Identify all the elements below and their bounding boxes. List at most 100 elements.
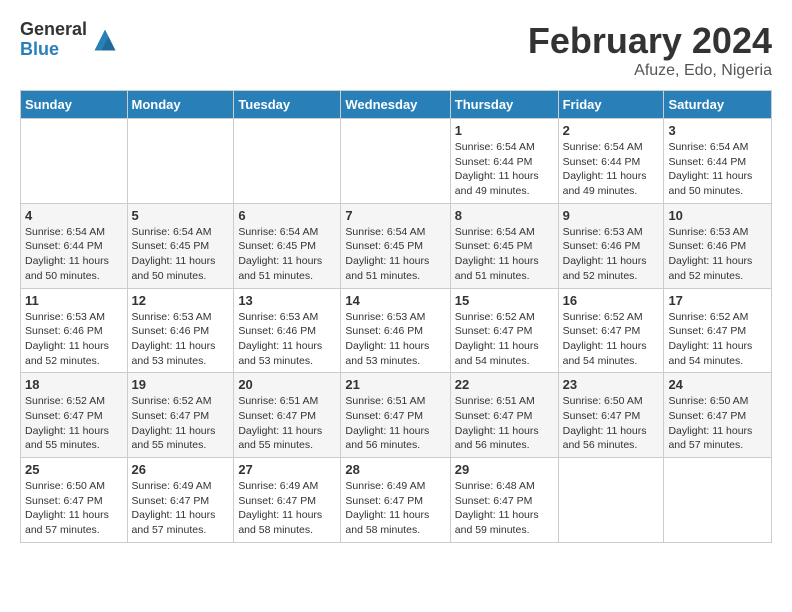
day-number: 21: [345, 377, 445, 392]
day-info: Sunrise: 6:50 AM Sunset: 6:47 PM Dayligh…: [668, 394, 767, 453]
day-number: 18: [25, 377, 123, 392]
calendar-cell: 25Sunrise: 6:50 AM Sunset: 6:47 PM Dayli…: [21, 458, 128, 543]
calendar-cell: 16Sunrise: 6:52 AM Sunset: 6:47 PM Dayli…: [558, 288, 664, 373]
day-number: 1: [455, 123, 554, 138]
month-title: February 2024: [528, 20, 772, 62]
day-number: 10: [668, 208, 767, 223]
day-number: 14: [345, 293, 445, 308]
calendar-cell: 21 Sunrise: 6:51 AM Sunset: 6:47 PM Dayli…: [341, 373, 450, 458]
day-info: Sunrise: 6:52 AM Sunset: 6:47 PM Dayligh…: [132, 394, 230, 453]
day-info: Sunrise: 6:54 AM Sunset: 6:44 PM Dayligh…: [455, 140, 554, 199]
page-header: General Blue February 2024 Afuze, Edo, N…: [20, 20, 772, 80]
calendar-week-row: 4 Sunrise: 6:54 AM Sunset: 6:44 PM Daylig…: [21, 203, 772, 288]
day-number: 29: [455, 462, 554, 477]
day-number: 7: [345, 208, 445, 223]
calendar-day-header: Saturday: [664, 91, 772, 119]
day-number: 24: [668, 377, 767, 392]
calendar-cell: [21, 119, 128, 204]
calendar-cell: 5 Sunrise: 6:54 AM Sunset: 6:45 PM Daylig…: [127, 203, 234, 288]
calendar-cell: [234, 119, 341, 204]
day-info: Sunrise: 6:54 AM Sunset: 6:45 PM Dayligh…: [132, 225, 230, 284]
calendar-cell: 11Sunrise: 6:53 AM Sunset: 6:46 PM Dayli…: [21, 288, 128, 373]
day-number: 25: [25, 462, 123, 477]
day-info: Sunrise: 6:53 AM Sunset: 6:46 PM Dayligh…: [345, 310, 445, 369]
calendar-cell: 15 Sunrise: 6:52 AM Sunset: 6:47 PM Dayli…: [450, 288, 558, 373]
calendar-cell: 6 Sunrise: 6:54 AM Sunset: 6:45 PM Daylig…: [234, 203, 341, 288]
logo-icon: [91, 26, 119, 54]
day-info: Sunrise: 6:49 AM Sunset: 6:47 PM Dayligh…: [132, 479, 230, 538]
calendar-day-header: Sunday: [21, 91, 128, 119]
calendar-cell: 28 Sunrise: 6:49 AM Sunset: 6:47 PM Dayli…: [341, 458, 450, 543]
day-info: Sunrise: 6:51 AM Sunset: 6:47 PM Dayligh…: [455, 394, 554, 453]
day-info: Sunrise: 6:53 AM Sunset: 6:46 PM Dayligh…: [563, 225, 660, 284]
day-info: Sunrise: 6:48 AM Sunset: 6:47 PM Dayligh…: [455, 479, 554, 538]
day-info: Sunrise: 6:54 AM Sunset: 6:45 PM Dayligh…: [238, 225, 336, 284]
day-info: Sunrise: 6:53 AM Sunset: 6:46 PM Dayligh…: [25, 310, 123, 369]
location-title: Afuze, Edo, Nigeria: [528, 62, 772, 80]
day-info: Sunrise: 6:49 AM Sunset: 6:47 PM Dayligh…: [345, 479, 445, 538]
day-info: Sunrise: 6:53 AM Sunset: 6:46 PM Dayligh…: [132, 310, 230, 369]
calendar-cell: 14 Sunrise: 6:53 AM Sunset: 6:46 PM Dayli…: [341, 288, 450, 373]
calendar-week-row: 11Sunrise: 6:53 AM Sunset: 6:46 PM Dayli…: [21, 288, 772, 373]
day-info: Sunrise: 6:52 AM Sunset: 6:47 PM Dayligh…: [668, 310, 767, 369]
day-info: Sunrise: 6:52 AM Sunset: 6:47 PM Dayligh…: [455, 310, 554, 369]
logo-general-text: General: [20, 20, 87, 40]
day-info: Sunrise: 6:53 AM Sunset: 6:46 PM Dayligh…: [238, 310, 336, 369]
day-number: 15: [455, 293, 554, 308]
calendar-day-header: Thursday: [450, 91, 558, 119]
calendar-header-row: SundayMondayTuesdayWednesdayThursdayFrid…: [21, 91, 772, 119]
calendar-cell: 22 Sunrise: 6:51 AM Sunset: 6:47 PM Dayli…: [450, 373, 558, 458]
calendar-day-header: Tuesday: [234, 91, 341, 119]
calendar-day-header: Monday: [127, 91, 234, 119]
calendar-cell: 8Sunrise: 6:54 AM Sunset: 6:45 PM Daylig…: [450, 203, 558, 288]
calendar-day-header: Wednesday: [341, 91, 450, 119]
calendar-cell: 19 Sunrise: 6:52 AM Sunset: 6:47 PM Dayli…: [127, 373, 234, 458]
calendar-cell: 12 Sunrise: 6:53 AM Sunset: 6:46 PM Dayli…: [127, 288, 234, 373]
day-number: 19: [132, 377, 230, 392]
logo-blue-text: Blue: [20, 40, 87, 60]
calendar-cell: 1 Sunrise: 6:54 AM Sunset: 6:44 PM Daylig…: [450, 119, 558, 204]
calendar-cell: 20Sunrise: 6:51 AM Sunset: 6:47 PM Dayli…: [234, 373, 341, 458]
calendar-table: SundayMondayTuesdayWednesdayThursdayFrid…: [20, 90, 772, 543]
calendar-cell: 24 Sunrise: 6:50 AM Sunset: 6:47 PM Dayli…: [664, 373, 772, 458]
day-info: Sunrise: 6:54 AM Sunset: 6:45 PM Dayligh…: [455, 225, 554, 284]
day-number: 28: [345, 462, 445, 477]
calendar-cell: 7 Sunrise: 6:54 AM Sunset: 6:45 PM Daylig…: [341, 203, 450, 288]
calendar-cell: 27 Sunrise: 6:49 AM Sunset: 6:47 PM Dayli…: [234, 458, 341, 543]
calendar-cell: 10Sunrise: 6:53 AM Sunset: 6:46 PM Dayli…: [664, 203, 772, 288]
day-info: Sunrise: 6:54 AM Sunset: 6:44 PM Dayligh…: [25, 225, 123, 284]
day-info: Sunrise: 6:51 AM Sunset: 6:47 PM Dayligh…: [345, 394, 445, 453]
day-info: Sunrise: 6:54 AM Sunset: 6:44 PM Dayligh…: [668, 140, 767, 199]
day-number: 22: [455, 377, 554, 392]
calendar-cell: 29 Sunrise: 6:48 AM Sunset: 6:47 PM Dayli…: [450, 458, 558, 543]
day-info: Sunrise: 6:52 AM Sunset: 6:47 PM Dayligh…: [25, 394, 123, 453]
calendar-cell: 17 Sunrise: 6:52 AM Sunset: 6:47 PM Dayli…: [664, 288, 772, 373]
calendar-cell: 23 Sunrise: 6:50 AM Sunset: 6:47 PM Dayli…: [558, 373, 664, 458]
calendar-cell: 3Sunrise: 6:54 AM Sunset: 6:44 PM Daylig…: [664, 119, 772, 204]
calendar-cell: 18 Sunrise: 6:52 AM Sunset: 6:47 PM Dayli…: [21, 373, 128, 458]
calendar-cell: 26 Sunrise: 6:49 AM Sunset: 6:47 PM Dayli…: [127, 458, 234, 543]
day-number: 13: [238, 293, 336, 308]
day-number: 27: [238, 462, 336, 477]
calendar-day-header: Friday: [558, 91, 664, 119]
day-info: Sunrise: 6:54 AM Sunset: 6:44 PM Dayligh…: [563, 140, 660, 199]
day-info: Sunrise: 6:50 AM Sunset: 6:47 PM Dayligh…: [563, 394, 660, 453]
day-number: 5: [132, 208, 230, 223]
day-number: 6: [238, 208, 336, 223]
day-number: 12: [132, 293, 230, 308]
day-info: Sunrise: 6:51 AM Sunset: 6:47 PM Dayligh…: [238, 394, 336, 453]
calendar-cell: [558, 458, 664, 543]
calendar-cell: [341, 119, 450, 204]
day-number: 26: [132, 462, 230, 477]
calendar-cell: 9 Sunrise: 6:53 AM Sunset: 6:46 PM Daylig…: [558, 203, 664, 288]
day-number: 17: [668, 293, 767, 308]
day-number: 23: [563, 377, 660, 392]
calendar-cell: 13 Sunrise: 6:53 AM Sunset: 6:46 PM Dayli…: [234, 288, 341, 373]
day-number: 4: [25, 208, 123, 223]
day-info: Sunrise: 6:54 AM Sunset: 6:45 PM Dayligh…: [345, 225, 445, 284]
day-number: 9: [563, 208, 660, 223]
calendar-cell: 2Sunrise: 6:54 AM Sunset: 6:44 PM Daylig…: [558, 119, 664, 204]
calendar-week-row: 25Sunrise: 6:50 AM Sunset: 6:47 PM Dayli…: [21, 458, 772, 543]
day-info: Sunrise: 6:49 AM Sunset: 6:47 PM Dayligh…: [238, 479, 336, 538]
calendar-cell: [127, 119, 234, 204]
